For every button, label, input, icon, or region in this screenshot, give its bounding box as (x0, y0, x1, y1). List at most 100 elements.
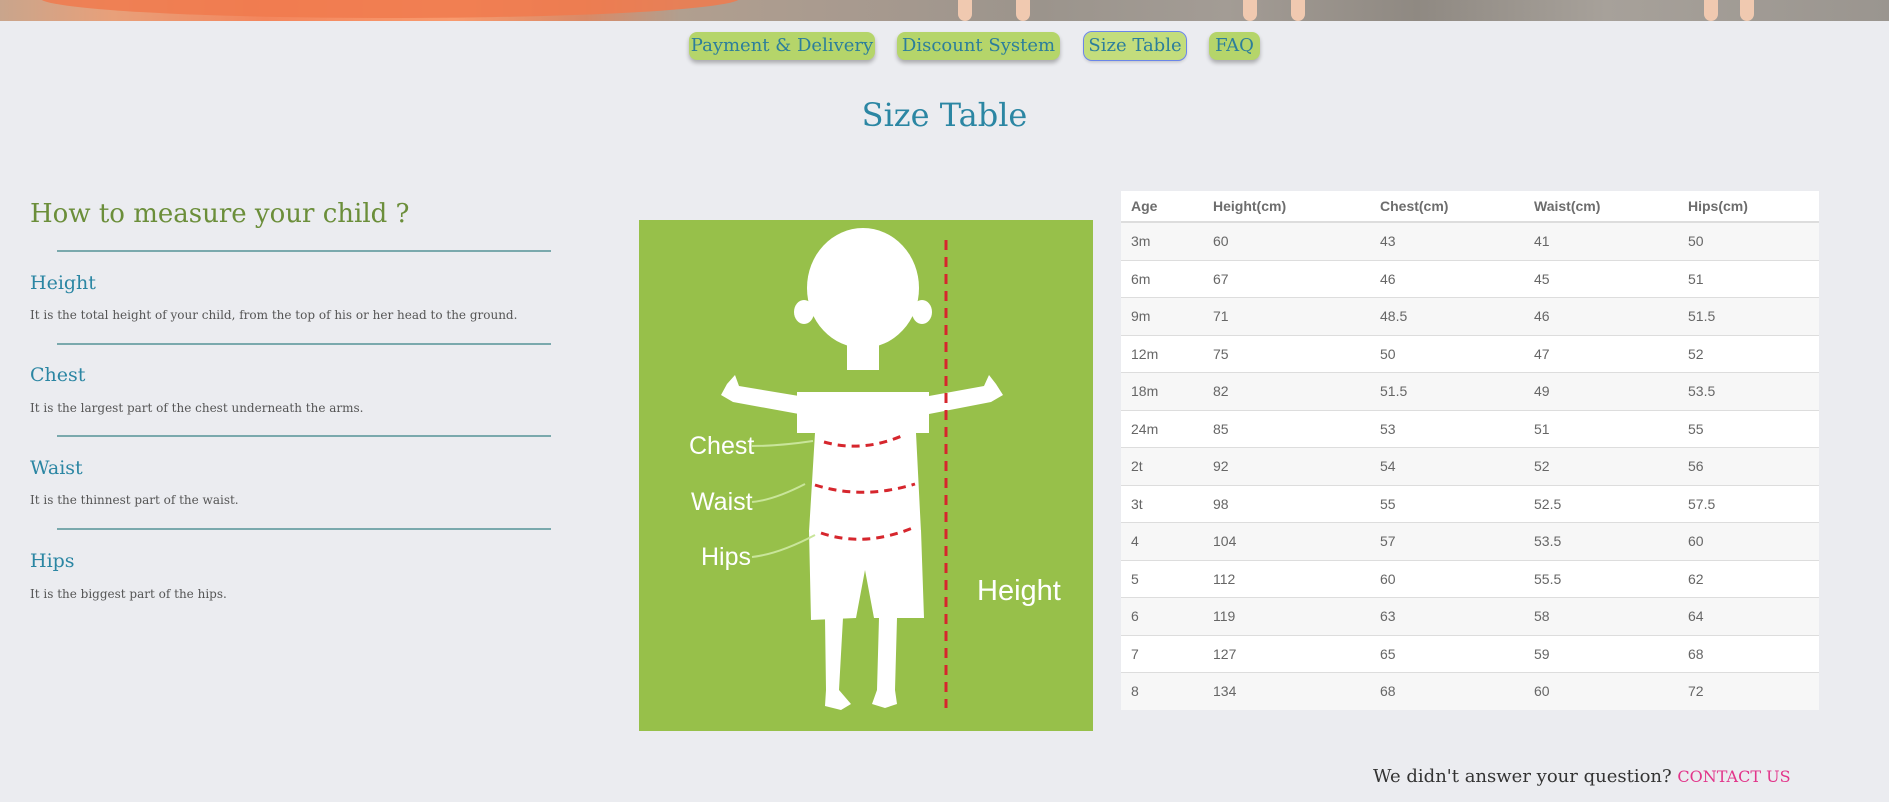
table-cell: 48.5 (1370, 297, 1524, 335)
table-cell: 60 (1678, 522, 1819, 560)
contact-us-link[interactable]: CONTACT US (1677, 767, 1790, 786)
table-cell: 2t (1121, 447, 1203, 485)
top-banner-image (0, 0, 1889, 21)
table-cell: 51 (1678, 259, 1819, 298)
measure-heading: How to measure your child ? (30, 199, 410, 229)
measure-title-chest: Chest (30, 364, 86, 386)
illus-chest-label: Chest (689, 432, 754, 460)
table-cell: 57 (1370, 522, 1524, 560)
table-cell: 55 (1370, 484, 1524, 523)
table-cell: 71 (1203, 297, 1370, 335)
table-cell: 8 (1121, 672, 1203, 710)
tab-discount-system[interactable]: Discount System (897, 32, 1060, 60)
table-cell: 3m (1121, 221, 1203, 260)
table-row: 24m 85 53 51 55 (1121, 409, 1819, 448)
column-header-chest: Chest(cm) (1370, 191, 1524, 223)
table-row: 6m 67 46 45 51 (1121, 259, 1819, 298)
table-row: 4 104 57 53.5 60 (1121, 522, 1819, 560)
table-cell: 51 (1524, 409, 1678, 448)
table-cell: 62 (1678, 559, 1819, 598)
table-cell: 55.5 (1524, 559, 1678, 598)
column-header-waist: Waist(cm) (1524, 191, 1678, 223)
table-cell: 9m (1121, 297, 1203, 335)
measure-desc-height: It is the total height of your child, fr… (30, 308, 518, 322)
table-cell: 50 (1370, 334, 1524, 373)
measure-title-height: Height (30, 272, 96, 294)
table-cell: 41 (1524, 221, 1678, 260)
measure-desc-hips: It is the biggest part of the hips. (30, 587, 227, 601)
table-cell: 45 (1524, 259, 1678, 298)
table-row: 12m 75 50 47 52 (1121, 334, 1819, 373)
table-cell: 43 (1370, 221, 1524, 260)
illus-waist-label: Waist (691, 488, 753, 516)
divider (57, 250, 551, 252)
size-table: Age Height(cm) Chest(cm) Waist(cm) Hips(… (1121, 191, 1819, 710)
child-feet-image (1291, 0, 1305, 21)
table-cell: 52 (1524, 447, 1678, 485)
table-cell: 68 (1370, 672, 1524, 710)
table-cell: 4 (1121, 522, 1203, 560)
table-row: 6 119 63 58 64 (1121, 597, 1819, 635)
table-cell: 65 (1370, 634, 1524, 673)
column-header-hips: Hips(cm) (1678, 191, 1819, 223)
table-cell: 6 (1121, 597, 1203, 635)
table-cell: 54 (1370, 447, 1524, 485)
table-cell: 127 (1203, 634, 1370, 673)
table-row: 2t 92 54 52 56 (1121, 447, 1819, 485)
table-cell: 60 (1370, 559, 1524, 598)
table-row: 8 134 68 60 72 (1121, 672, 1819, 710)
table-cell: 53.5 (1524, 522, 1678, 560)
table-cell: 58 (1524, 597, 1678, 635)
table-cell: 46 (1370, 259, 1524, 298)
measure-desc-chest: It is the largest part of the chest unde… (30, 401, 364, 415)
column-header-age: Age (1121, 191, 1203, 223)
table-cell: 104 (1203, 522, 1370, 560)
table-cell: 52 (1678, 334, 1819, 373)
illus-hips-label: Hips (701, 543, 751, 571)
divider (57, 435, 551, 437)
table-cell: 56 (1678, 447, 1819, 485)
table-cell: 60 (1203, 221, 1370, 260)
table-cell: 75 (1203, 334, 1370, 373)
table-cell: 134 (1203, 672, 1370, 710)
footer-question: We didn't answer your question? CONTACT … (1373, 766, 1791, 787)
table-cell: 18m (1121, 372, 1203, 410)
table-cell: 55 (1678, 409, 1819, 448)
table-cell: 47 (1524, 334, 1678, 373)
table-cell: 53.5 (1678, 372, 1819, 410)
table-cell: 119 (1203, 597, 1370, 635)
table-cell: 98 (1203, 484, 1370, 523)
table-cell: 68 (1678, 634, 1819, 673)
tab-payment-delivery[interactable]: Payment & Delivery (689, 32, 875, 60)
divider (57, 528, 551, 530)
child-feet-image (1016, 0, 1030, 21)
table-cell: 82 (1203, 372, 1370, 410)
inflatable-float-image (40, 0, 740, 18)
table-cell: 85 (1203, 409, 1370, 448)
table-row: 3t 98 55 52.5 57.5 (1121, 484, 1819, 523)
child-silhouette-image: Chest Waist Hips Height (689, 228, 1061, 710)
table-row: 9m 71 48.5 46 51.5 (1121, 297, 1819, 335)
table-row: 5 112 60 55.5 62 (1121, 559, 1819, 598)
column-header-height: Height(cm) (1203, 191, 1370, 223)
measure-desc-waist: It is the thinnest part of the waist. (30, 493, 239, 507)
table-cell: 64 (1678, 597, 1819, 635)
table-row: 18m 82 51.5 49 53.5 (1121, 372, 1819, 410)
table-cell: 63 (1370, 597, 1524, 635)
table-cell: 51.5 (1370, 372, 1524, 410)
illus-height-label: Height (977, 575, 1061, 607)
measure-title-waist: Waist (30, 457, 83, 479)
table-cell: 67 (1203, 259, 1370, 298)
tab-size-table[interactable]: Size Table (1083, 31, 1187, 61)
table-cell: 51.5 (1678, 297, 1819, 335)
table-cell: 60 (1524, 672, 1678, 710)
table-cell: 7 (1121, 634, 1203, 673)
child-feet-image (958, 0, 972, 21)
table-cell: 12m (1121, 334, 1203, 373)
table-header-row: Age Height(cm) Chest(cm) Waist(cm) Hips(… (1121, 191, 1819, 223)
tab-faq[interactable]: FAQ (1209, 32, 1260, 60)
table-cell: 92 (1203, 447, 1370, 485)
table-cell: 57.5 (1678, 484, 1819, 523)
table-cell: 24m (1121, 409, 1203, 448)
table-cell: 50 (1678, 221, 1819, 260)
